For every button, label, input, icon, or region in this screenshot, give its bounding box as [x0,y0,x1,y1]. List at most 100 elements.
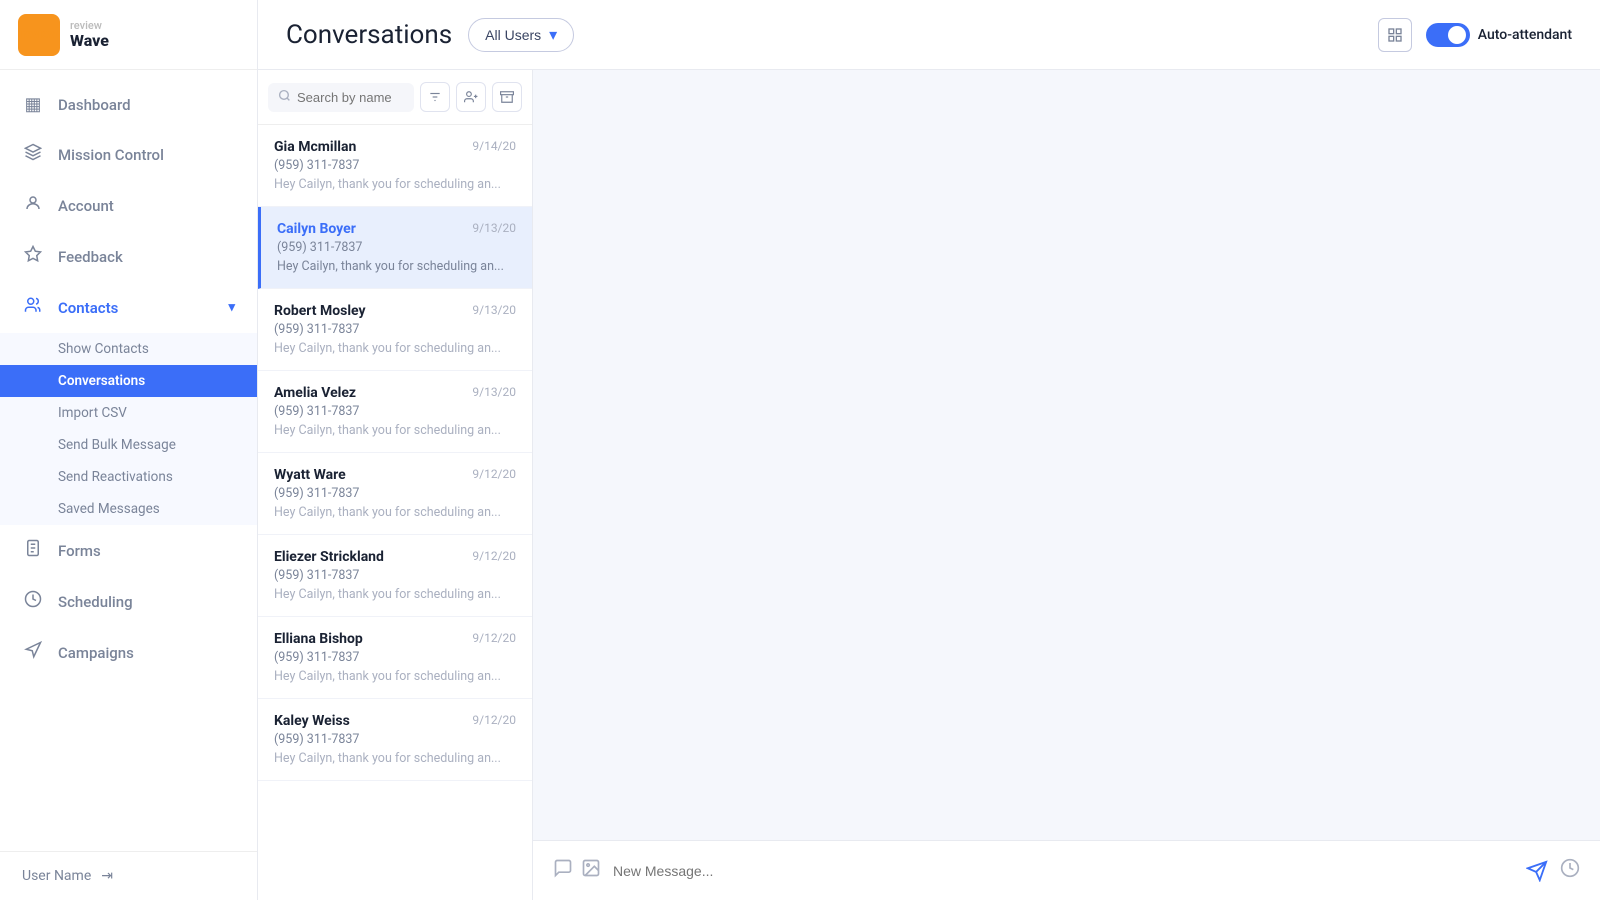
scheduling-icon [22,590,44,613]
sidebar-item-account[interactable]: Account [0,180,257,231]
logo-review-label: review [70,20,109,32]
sub-nav-send-bulk-message[interactable]: Send Bulk Message [0,429,257,461]
conversation-item-4[interactable]: Amelia Velez 9/13/20 (959) 311-7837 Hey … [258,371,532,453]
feedback-icon [22,245,44,268]
sidebar-item-mission-control[interactable]: Mission Control [0,129,257,180]
dashboard-icon: ▦ [22,94,44,115]
conversation-item-3[interactable]: Robert Mosley 9/13/20 (959) 311-7837 Hey… [258,289,532,371]
sub-nav-conversations[interactable]: Conversations [0,365,257,397]
account-icon [22,194,44,217]
toolbar-icons [420,82,522,112]
sidebar: review review Wave ▦ Dashboard Mission C… [0,0,258,900]
search-icon [278,89,291,106]
conv-name: Robert Mosley [274,303,366,319]
conv-phone: (959) 311-7837 [274,158,516,173]
conv-preview: Hey Cailyn, thank you for scheduling an.… [274,177,516,192]
logo-box: review [18,14,60,56]
search-input-wrap [268,83,414,112]
conversation-item-2[interactable]: Cailyn Boyer 9/13/20 (959) 311-7837 Hey … [258,207,532,289]
sub-nav-show-contacts[interactable]: Show Contacts [0,333,257,365]
chat-area [533,70,1600,900]
new-message-input[interactable] [613,863,1514,879]
conv-preview: Hey Cailyn, thank you for scheduling an.… [274,751,516,766]
main-area: Conversations All Users ▾ Auto-attendant [258,0,1600,900]
conv-date: 9/13/20 [472,221,516,237]
sub-nav-send-reactivations[interactable]: Send Reactivations [0,461,257,493]
content-area: Gia Mcmillan 9/14/20 (959) 311-7837 Hey … [258,70,1600,900]
sidebar-item-label-feedback: Feedback [58,248,123,266]
search-input[interactable] [297,90,404,105]
all-users-dropdown[interactable]: All Users ▾ [468,18,574,52]
schedule-message-button[interactable] [1560,858,1580,883]
conv-name: Gia Mcmillan [274,139,356,155]
conv-phone: (959) 311-7837 [274,650,516,665]
sidebar-item-label-mission-control: Mission Control [58,146,164,164]
conversation-list: Gia Mcmillan 9/14/20 (959) 311-7837 Hey … [258,70,533,900]
sidebar-item-dashboard[interactable]: ▦ Dashboard [0,80,257,129]
conv-phone: (959) 311-7837 [274,404,516,419]
conversation-item-7[interactable]: Elliana Bishop 9/12/20 (959) 311-7837 He… [258,617,532,699]
conv-name: Eliezer Strickland [274,549,384,565]
conv-phone: (959) 311-7837 [277,240,516,255]
conv-date: 9/12/20 [472,713,516,729]
chat-messages [533,70,1600,840]
sidebar-item-label-forms: Forms [58,542,101,560]
sub-nav-import-csv[interactable]: Import CSV [0,397,257,429]
sms-icon[interactable] [553,858,573,883]
message-input-icons [553,858,601,883]
sidebar-item-forms[interactable]: Forms [0,525,257,576]
conv-name: Amelia Velez [274,385,356,401]
sidebar-item-label-account: Account [58,197,114,215]
conversation-item-5[interactable]: Wyatt Ware 9/12/20 (959) 311-7837 Hey Ca… [258,453,532,535]
search-bar [258,70,532,125]
conv-phone: (959) 311-7837 [274,732,516,747]
auto-attendant-toggle-area: Auto-attendant [1426,23,1572,47]
conv-phone: (959) 311-7837 [274,568,516,583]
auto-attendant-label: Auto-attendant [1478,27,1572,43]
sidebar-item-label-campaigns: Campaigns [58,644,134,662]
conversation-item-8[interactable]: Kaley Weiss 9/12/20 (959) 311-7837 Hey C… [258,699,532,781]
mission-control-icon [22,143,44,166]
campaigns-icon [22,641,44,664]
topbar: Conversations All Users ▾ Auto-attendant [258,0,1600,70]
filter-icon-button[interactable] [420,82,450,112]
conversation-item-1[interactable]: Gia Mcmillan 9/14/20 (959) 311-7837 Hey … [258,125,532,207]
conv-name: Elliana Bishop [274,631,363,647]
sidebar-item-contacts[interactable]: Contacts ▾ [0,282,257,333]
conv-preview: Hey Cailyn, thank you for scheduling an.… [274,341,516,356]
send-button[interactable] [1526,860,1548,882]
user-logout-area[interactable]: User Name ⇥ [0,851,257,900]
conv-preview: Hey Cailyn, thank you for scheduling an.… [274,423,516,438]
contacts-sub-nav: Show Contacts Conversations Import CSV S… [0,333,257,525]
add-contact-icon-button[interactable] [456,82,486,112]
conv-date: 9/12/20 [472,549,516,565]
conv-preview: Hey Cailyn, thank you for scheduling an.… [274,587,516,602]
conv-preview: Hey Cailyn, thank you for scheduling an.… [274,669,516,684]
conv-date: 9/13/20 [472,303,516,319]
conv-date: 9/12/20 [472,631,516,647]
sidebar-item-label-dashboard: Dashboard [58,96,131,114]
dropdown-arrow-icon: ▾ [549,25,557,45]
logo-review-text: review [21,27,57,42]
logout-icon: ⇥ [101,868,113,884]
conv-date: 9/14/20 [472,139,516,155]
message-input-bar [533,840,1600,900]
conv-date: 9/12/20 [472,467,516,483]
nav-items: ▦ Dashboard Mission Control Account Feed… [0,70,257,851]
sidebar-item-label-contacts: Contacts [58,299,118,317]
settings-icon-button[interactable] [1378,18,1412,52]
sub-nav-saved-messages[interactable]: Saved Messages [0,493,257,525]
conv-preview: Hey Cailyn, thank you for scheduling an.… [277,259,516,274]
sidebar-item-scheduling[interactable]: Scheduling [0,576,257,627]
sidebar-item-feedback[interactable]: Feedback [0,231,257,282]
conv-name: Wyatt Ware [274,467,346,483]
sidebar-item-campaigns[interactable]: Campaigns [0,627,257,678]
archive-icon-button[interactable] [492,82,522,112]
username-label: User Name [22,868,91,884]
logo-wave-label: Wave [70,32,109,50]
image-icon[interactable] [581,858,601,883]
auto-attendant-toggle[interactable] [1426,23,1470,47]
contacts-icon [22,296,44,319]
conv-phone: (959) 311-7837 [274,486,516,501]
conversation-item-6[interactable]: Eliezer Strickland 9/12/20 (959) 311-783… [258,535,532,617]
